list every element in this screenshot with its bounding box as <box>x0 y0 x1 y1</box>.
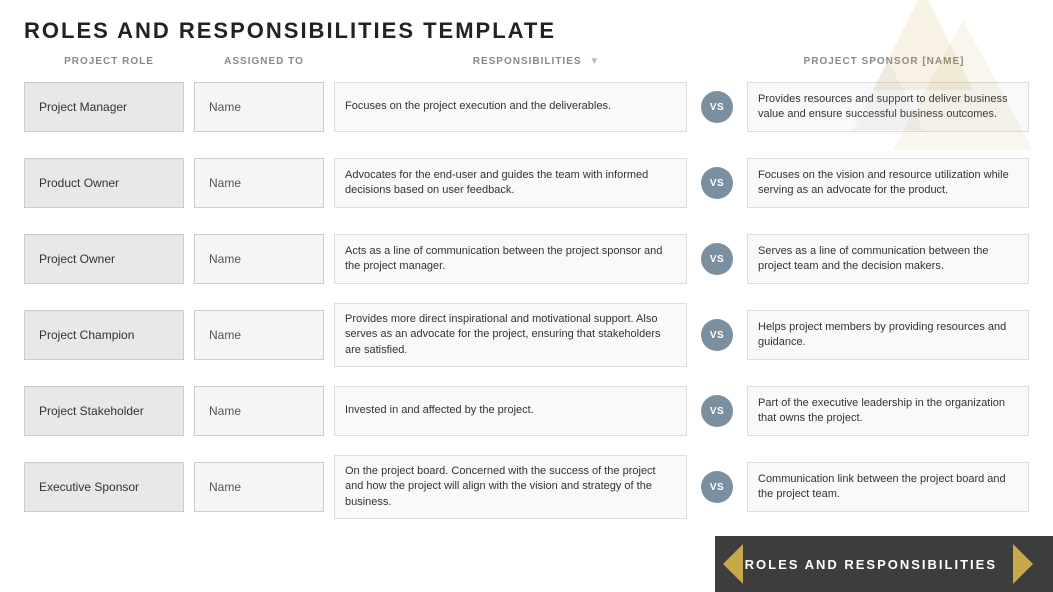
responsibility-text-3: Provides more direct inspirational and m… <box>334 303 687 367</box>
vs-badge-2: VS <box>701 243 733 275</box>
sponsor-text-0: Provides resources and support to delive… <box>747 82 1029 132</box>
responsibilities-sort-icon: ▼ <box>589 56 600 67</box>
assigned-value-3[interactable]: Name <box>194 310 324 360</box>
cell-sponsor-5: Communication link between the project b… <box>739 462 1029 512</box>
col-header-responsibilities: RESPONSIBILITIES ▼ <box>334 56 739 67</box>
cell-sponsor-4: Part of the executive leadership in the … <box>739 386 1029 436</box>
page-title: ROLES AND RESPONSIBILITIES TEMPLATE <box>24 18 1029 44</box>
footer-arrow-right <box>1013 544 1033 584</box>
cell-role-3: Project Champion <box>24 310 194 360</box>
cell-role-2: Project Owner <box>24 234 194 284</box>
cell-sponsor-0: Provides resources and support to delive… <box>739 82 1029 132</box>
page: ROLES AND RESPONSIBILITIES TEMPLATE PROJ… <box>0 0 1053 592</box>
vs-badge-5: VS <box>701 471 733 503</box>
vs-badge-4: VS <box>701 395 733 427</box>
responsibility-text-0: Focuses on the project execution and the… <box>334 82 687 132</box>
cell-assigned-4: Name <box>194 386 334 436</box>
table-row: Product Owner Name Advocates for the end… <box>24 147 1029 219</box>
cell-assigned-1: Name <box>194 158 334 208</box>
role-label-5: Executive Sponsor <box>24 462 184 512</box>
cell-sponsor-2: Serves as a line of communication betwee… <box>739 234 1029 284</box>
col-header-sponsor: PROJECT SPONSOR [NAME] <box>739 56 1029 67</box>
responsibility-text-2: Acts as a line of communication between … <box>334 234 687 284</box>
cell-responsibility-0: Focuses on the project execution and the… <box>334 82 695 132</box>
responsibility-text-4: Invested in and affected by the project. <box>334 386 687 436</box>
assigned-value-4[interactable]: Name <box>194 386 324 436</box>
cell-responsibility-3: Provides more direct inspirational and m… <box>334 303 695 367</box>
responsibility-text-1: Advocates for the end-user and guides th… <box>334 158 687 208</box>
footer: ROLES AND RESPONSIBILITIES <box>715 536 1053 592</box>
table-row: Project Manager Name Focuses on the proj… <box>24 71 1029 143</box>
cell-role-1: Product Owner <box>24 158 194 208</box>
header: ROLES AND RESPONSIBILITIES TEMPLATE <box>0 0 1053 52</box>
sponsor-text-5: Communication link between the project b… <box>747 462 1029 512</box>
sponsor-text-2: Serves as a line of communication betwee… <box>747 234 1029 284</box>
sponsor-text-4: Part of the executive leadership in the … <box>747 386 1029 436</box>
sponsor-text-1: Focuses on the vision and resource utili… <box>747 158 1029 208</box>
column-headers: PROJECT ROLE ASSIGNED TO RESPONSIBILITIE… <box>0 52 1053 71</box>
cell-assigned-0: Name <box>194 82 334 132</box>
footer-arrow-left <box>723 544 743 584</box>
cell-role-5: Executive Sponsor <box>24 462 194 512</box>
vs-badge-3: VS <box>701 319 733 351</box>
cell-responsibility-2: Acts as a line of communication between … <box>334 234 695 284</box>
assigned-value-5[interactable]: Name <box>194 462 324 512</box>
responsibility-text-5: On the project board. Concerned with the… <box>334 455 687 519</box>
cell-responsibility-4: Invested in and affected by the project. <box>334 386 695 436</box>
role-label-1: Product Owner <box>24 158 184 208</box>
role-label-2: Project Owner <box>24 234 184 284</box>
assigned-value-0[interactable]: Name <box>194 82 324 132</box>
cell-sponsor-3: Helps project members by providing resou… <box>739 310 1029 360</box>
sponsor-text-3: Helps project members by providing resou… <box>747 310 1029 360</box>
table-row: Executive Sponsor Name On the project bo… <box>24 451 1029 523</box>
cell-role-4: Project Stakeholder <box>24 386 194 436</box>
assigned-value-1[interactable]: Name <box>194 158 324 208</box>
table-row: Project Champion Name Provides more dire… <box>24 299 1029 371</box>
table-body: Project Manager Name Focuses on the proj… <box>0 71 1053 523</box>
table-row: Project Stakeholder Name Invested in and… <box>24 375 1029 447</box>
cell-assigned-2: Name <box>194 234 334 284</box>
cell-assigned-5: Name <box>194 462 334 512</box>
col-header-assigned: ASSIGNED TO <box>194 56 334 67</box>
cell-sponsor-1: Focuses on the vision and resource utili… <box>739 158 1029 208</box>
cell-responsibility-5: On the project board. Concerned with the… <box>334 455 695 519</box>
col-header-role: PROJECT ROLE <box>24 56 194 67</box>
table-row: Project Owner Name Acts as a line of com… <box>24 223 1029 295</box>
role-label-3: Project Champion <box>24 310 184 360</box>
vs-badge-0: VS <box>701 91 733 123</box>
cell-assigned-3: Name <box>194 310 334 360</box>
footer-label: ROLES AND RESPONSIBILITIES <box>745 557 997 572</box>
cell-role-0: Project Manager <box>24 82 194 132</box>
role-label-4: Project Stakeholder <box>24 386 184 436</box>
cell-responsibility-1: Advocates for the end-user and guides th… <box>334 158 695 208</box>
assigned-value-2[interactable]: Name <box>194 234 324 284</box>
role-label-0: Project Manager <box>24 82 184 132</box>
vs-badge-1: VS <box>701 167 733 199</box>
